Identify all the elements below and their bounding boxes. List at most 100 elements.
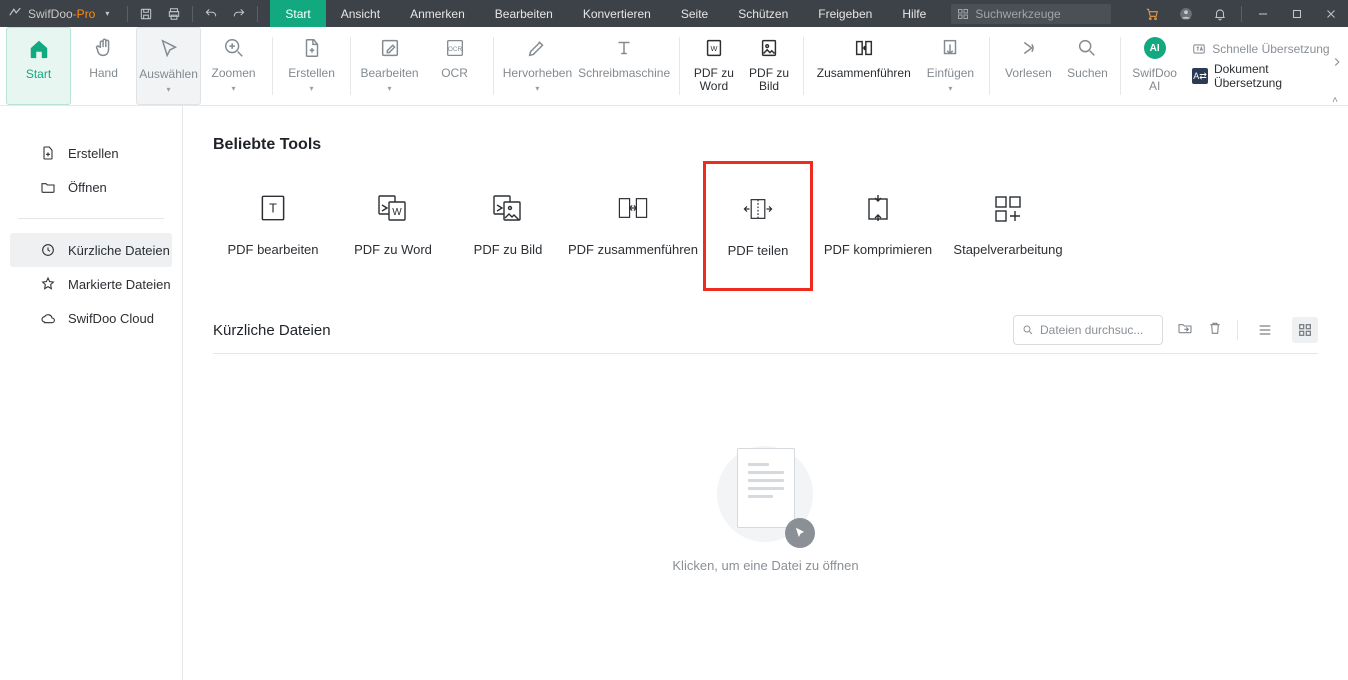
empty-doc-icon [721,444,811,544]
ribbon-select[interactable]: Auswählen ▾ [136,27,201,105]
sidebar-item-create[interactable]: Erstellen [10,136,172,170]
svg-text:OCR: OCR [447,46,462,53]
recent-files-header: Kürzliche Dateien Dateien durchsuc... [213,315,1318,345]
search-tools-input[interactable]: Suchwerkzeuge [951,4,1111,24]
cursor-icon [785,518,815,548]
sidebar-item-cloud[interactable]: SwifDoo Cloud [10,301,172,335]
bell-icon[interactable] [1203,0,1237,27]
chevron-down-icon: ▾ [310,82,314,95]
tool-edit-pdf[interactable]: T PDF bearbeiten [213,176,333,276]
ribbon-search[interactable]: Suchen [1061,27,1114,105]
ribbon-merge[interactable]: Zusammenführen [810,27,918,105]
ribbon-more-icon[interactable] [1330,55,1344,69]
main-menu: Start Ansicht Anmerken Bearbeiten Konver… [270,0,941,27]
menu-konvertieren[interactable]: Konvertieren [568,0,666,27]
ribbon-ocr[interactable]: OCR OCR [422,27,487,105]
ribbon-separator [1120,37,1121,95]
menu-ansicht[interactable]: Ansicht [326,0,395,27]
app-logo: SwifDoo-Pro ▾ [0,7,123,21]
svg-text:T: T [269,200,277,215]
list-view-icon[interactable] [1252,317,1278,343]
ribbon-collapse-icon[interactable]: ˄ [1332,95,1338,106]
ribbon-typewriter[interactable]: Schreibmaschine [575,27,673,105]
ribbon-ai[interactable]: AI SwifDoo AI [1127,27,1182,105]
document-translate-button[interactable]: A⇄ Dokument Übersetzung [1192,62,1338,90]
tool-merge-pdf[interactable]: PDF zusammenführen [563,176,703,276]
popular-tools-grid: T PDF bearbeiten W PDF zu Word PDF zu Bi… [213,176,1318,291]
svg-text:W: W [392,207,402,218]
save-icon[interactable] [132,0,160,27]
ribbon-read-aloud[interactable]: Vorlesen [996,27,1061,105]
chevron-down-icon: ▾ [535,82,539,95]
ribbon-separator [350,37,351,95]
popular-tools-title: Beliebte Tools [213,136,1318,154]
divider [1241,6,1242,22]
menu-anmerken[interactable]: Anmerken [395,0,480,27]
title-right-icons [1135,0,1348,27]
ribbon-zoom[interactable]: Zoomen ▾ [201,27,266,105]
empty-state[interactable]: Klicken, um eine Datei zu öffnen [213,444,1318,573]
tool-split-pdf[interactable]: PDF teilen [703,161,813,291]
svg-text:W: W [710,44,717,53]
sidebar-item-marked[interactable]: Markierte Dateien [10,267,172,301]
ribbon-pdf-to-word[interactable]: W PDF zu Word [686,27,741,105]
menu-start[interactable]: Start [270,0,325,27]
ribbon-edit[interactable]: Bearbeiten ▾ [357,27,422,105]
app-dropdown-icon[interactable]: ▾ [105,9,113,18]
tool-batch[interactable]: Stapelverarbeitung [943,176,1073,276]
print-icon[interactable] [160,0,188,27]
sidebar-item-recent[interactable]: Kürzliche Dateien [10,233,172,267]
minimize-icon[interactable] [1246,0,1280,27]
recent-files-title: Kürzliche Dateien [213,322,331,339]
quick-translate-button[interactable]: Schnelle Übersetzung [1192,42,1338,56]
menu-seite[interactable]: Seite [666,0,723,27]
menu-schuetzen[interactable]: Schützen [723,0,803,27]
sidebar: Erstellen Öffnen Kürzliche Dateien Marki… [0,106,183,680]
tool-pdf-to-word[interactable]: W PDF zu Word [333,176,453,276]
search-tools-placeholder: Suchwerkzeuge [975,7,1060,21]
tool-pdf-to-image[interactable]: PDF zu Bild [453,176,563,276]
menu-bearbeiten[interactable]: Bearbeiten [480,0,568,27]
close-icon[interactable] [1314,0,1348,27]
ribbon-create[interactable]: Erstellen ▾ [279,27,344,105]
ribbon-separator [989,37,990,95]
ribbon-hand[interactable]: Hand [71,27,136,105]
tool-compress-pdf[interactable]: PDF komprimieren [813,176,943,276]
chevron-down-icon: ▾ [167,83,171,96]
redo-icon[interactable] [225,0,253,27]
grid-view-icon[interactable] [1292,317,1318,343]
maximize-icon[interactable] [1280,0,1314,27]
titlebar: SwifDoo-Pro ▾ Start Ansicht Anmerken Bea… [0,0,1348,27]
body: Erstellen Öffnen Kürzliche Dateien Marki… [0,106,1348,680]
chevron-down-icon: ▾ [948,82,952,95]
trash-icon[interactable] [1207,320,1223,341]
ribbon-highlight[interactable]: Hervorheben ▾ [500,27,575,105]
file-search-placeholder: Dateien durchsuc... [1040,323,1143,337]
divider [192,6,193,22]
divider [1237,320,1238,340]
ribbon-pdf-to-image[interactable]: PDF zu Bild [741,27,796,105]
divider [127,6,128,22]
chevron-down-icon: ▾ [232,82,236,95]
ribbon-separator [272,37,273,95]
app-name: SwifDoo-Pro [28,7,95,21]
ribbon: Start Hand Auswählen ▾ Zoomen ▾ Erstelle… [0,27,1348,106]
ribbon-separator [679,37,680,95]
translate-badge-icon: A⇄ [1192,68,1208,84]
ribbon-separator [493,37,494,95]
file-search-input[interactable]: Dateien durchsuc... [1013,315,1163,345]
ribbon-start[interactable]: Start [6,27,71,105]
ribbon-insert[interactable]: Einfügen ▾ [918,27,983,105]
cart-icon[interactable] [1135,0,1169,27]
ribbon-translate-group: Schnelle Übersetzung A⇄ Dokument Überset… [1182,27,1348,105]
sidebar-separator [18,218,164,219]
open-folder-icon[interactable] [1177,320,1193,341]
menu-hilfe[interactable]: Hilfe [887,0,941,27]
ribbon-separator [803,37,804,95]
undo-icon[interactable] [197,0,225,27]
sidebar-item-open[interactable]: Öffnen [10,170,172,204]
chevron-down-icon: ▾ [388,82,392,95]
menu-freigeben[interactable]: Freigeben [803,0,887,27]
divider [213,353,1318,354]
user-icon[interactable] [1169,0,1203,27]
